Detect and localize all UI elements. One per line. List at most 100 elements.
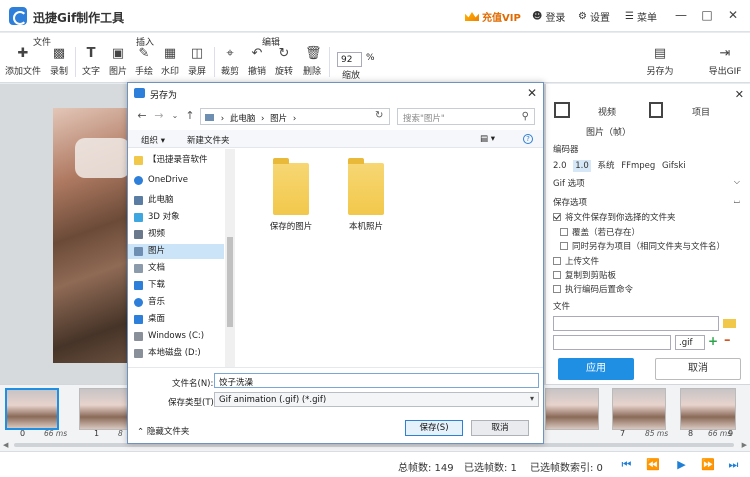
new-folder-button[interactable]: 新建文件夹 xyxy=(187,134,230,146)
menu-button[interactable]: ☰ 菜单 xyxy=(625,9,657,24)
crop-button[interactable]: ⌖ 裁剪 xyxy=(215,47,245,78)
remove-icon[interactable]: – xyxy=(724,333,731,348)
settings-button[interactable]: ⚙ 设置 xyxy=(578,9,610,24)
chevron-up-icon[interactable]: ⌴ xyxy=(734,196,740,206)
folder-item[interactable]: 本机照片 xyxy=(336,158,396,232)
gif-options-header[interactable]: Gif 选项 xyxy=(553,177,585,189)
minimize-button[interactable]: — xyxy=(674,8,688,22)
view-options-icon[interactable]: ▤ ▾ xyxy=(480,134,495,144)
checkbox[interactable] xyxy=(560,228,568,236)
opt-overwrite[interactable]: 覆盖（若已存在） xyxy=(560,226,640,238)
forward-arrow-icon[interactable]: → xyxy=(153,110,165,122)
opt-run-command[interactable]: 执行编码后置命令 xyxy=(553,283,633,295)
add-icon[interactable]: + xyxy=(708,334,718,348)
scroll-right-icon[interactable]: ▶ xyxy=(742,441,747,449)
play-icon[interactable]: ▶ xyxy=(675,459,688,471)
undo-button[interactable]: ↶ 撤销 xyxy=(242,47,272,78)
folder-item[interactable]: 保存的图片 xyxy=(261,158,321,232)
dialog-close-icon[interactable]: ✕ xyxy=(527,86,537,100)
checkbox[interactable] xyxy=(553,285,561,293)
checkbox[interactable] xyxy=(553,271,561,279)
hide-folders-toggle[interactable]: ⌃ 隐藏文件夹 xyxy=(137,425,189,437)
encoder-option[interactable]: FFmpeg xyxy=(621,161,655,171)
chevron-down-icon[interactable]: ⌵ xyxy=(734,177,740,187)
extension-select[interactable]: .gif xyxy=(675,335,705,350)
frame-thumbnail[interactable] xyxy=(680,388,736,430)
nav-item-music[interactable]: 音乐 xyxy=(128,295,224,310)
filename-input[interactable]: 饺子洗澡 xyxy=(214,373,539,388)
encoder-option[interactable]: Gifski xyxy=(662,161,686,171)
frame-thumbnail[interactable] xyxy=(545,388,599,430)
opt-save-to-folder[interactable]: 将文件保存到你选择的文件夹 xyxy=(553,211,676,223)
dialog-save-button[interactable]: 保存(S) xyxy=(405,420,463,436)
save-options-header[interactable]: 保存选项 xyxy=(553,196,587,208)
opt-save-project[interactable]: 同时另存为项目（相同文件夹与文件名） xyxy=(560,240,725,252)
scroll-left-icon[interactable]: ◀ xyxy=(3,441,8,449)
watermark-button[interactable]: ▦ 水印 xyxy=(155,47,185,78)
folder-icon[interactable] xyxy=(723,319,736,328)
encoder-option[interactable]: 1.0 xyxy=(573,160,591,172)
checkbox-checked[interactable] xyxy=(553,213,561,221)
nav-item-onedrive[interactable]: OneDrive xyxy=(128,173,224,188)
nav-item-videos[interactable]: 视频 xyxy=(128,227,224,242)
project-tab-icon[interactable] xyxy=(649,102,663,118)
up-arrow-icon[interactable]: ↑ xyxy=(184,110,196,122)
frame-thumbnail[interactable] xyxy=(79,388,133,430)
add-file-button[interactable]: ✚ 添加文件 xyxy=(3,47,43,78)
nav-item-downloads[interactable]: 下载 xyxy=(128,278,224,293)
export-gif-button[interactable]: ⇥ 导出GIF xyxy=(703,47,747,78)
cancel-button[interactable]: 取消 xyxy=(655,358,741,380)
folder-path-input[interactable] xyxy=(553,316,719,331)
rotate-button[interactable]: ↻ 旋转 xyxy=(269,47,299,78)
last-frame-icon[interactable]: ⏭ xyxy=(727,459,740,471)
apply-button[interactable]: 应用 xyxy=(558,358,634,380)
save-as-button[interactable]: ▤ 另存为 xyxy=(640,47,680,78)
first-frame-icon[interactable]: ⏮ xyxy=(620,459,633,471)
nav-item-drive-d[interactable]: 本地磁盘 (D:) xyxy=(128,346,224,361)
filename-input[interactable] xyxy=(553,335,671,350)
address-bar[interactable]: › 此电脑 › 图片 › xyxy=(200,108,390,125)
frame-thumbnail[interactable] xyxy=(5,388,59,430)
back-arrow-icon[interactable]: ← xyxy=(136,110,148,122)
tab-video[interactable]: 视频 xyxy=(598,105,616,118)
dialog-cancel-button[interactable]: 取消 xyxy=(471,420,529,436)
vip-button[interactable]: 充值VIP xyxy=(465,9,521,24)
filetype-select[interactable]: Gif animation (.gif) (*.gif) ▾ xyxy=(214,392,539,407)
login-button[interactable]: ☻ 登录 xyxy=(532,9,565,24)
tab-image-frames[interactable]: 图片（帧） xyxy=(586,125,631,138)
nav-item-quick-folder[interactable]: 【迅捷录音软件 xyxy=(128,153,224,168)
breadcrumb-item[interactable]: 此电脑 xyxy=(230,114,256,124)
search-input[interactable]: 搜索"图片" ⚲ xyxy=(397,108,535,125)
checkbox[interactable] xyxy=(553,257,561,265)
nav-item-this-pc[interactable]: 此电脑 xyxy=(128,193,224,208)
previous-frame-icon[interactable]: ⏪ xyxy=(646,459,660,471)
record-button[interactable]: ▩ 录制 xyxy=(44,47,74,78)
maximize-button[interactable]: □ xyxy=(700,8,714,22)
opt-upload[interactable]: 上传文件 xyxy=(553,255,599,267)
encoder-option[interactable]: 2.0 xyxy=(553,161,567,171)
nav-item-documents[interactable]: 文档 xyxy=(128,261,224,276)
text-button[interactable]: T 文字 xyxy=(76,47,106,78)
breadcrumb-item[interactable]: 图片 xyxy=(270,114,287,124)
help-icon[interactable]: ? xyxy=(523,134,533,144)
screen-record-button[interactable]: ◫ 录屏 xyxy=(182,47,212,78)
opt-copy-clipboard[interactable]: 复制到剪贴板 xyxy=(553,269,616,281)
nav-item-3d-objects[interactable]: 3D 对象 xyxy=(128,210,224,225)
frame-thumbnail[interactable] xyxy=(612,388,666,430)
video-tab-icon[interactable] xyxy=(554,102,570,118)
nav-item-drive-c[interactable]: Windows (C:) xyxy=(128,329,224,344)
scrollbar-thumb[interactable] xyxy=(227,237,233,327)
next-frame-icon[interactable]: ⏩ xyxy=(701,459,715,471)
delete-button[interactable]: 🗑 删除 xyxy=(297,47,327,78)
checkbox[interactable] xyxy=(560,242,568,250)
nav-item-pictures[interactable]: 图片 xyxy=(128,244,224,259)
nav-scrollbar[interactable] xyxy=(225,149,235,367)
zoom-input[interactable]: 92 xyxy=(337,52,362,67)
organize-menu[interactable]: 组织 ▾ xyxy=(141,134,165,146)
recent-chevron-icon[interactable]: ⌄ xyxy=(169,110,181,122)
close-button[interactable]: ✕ xyxy=(726,8,740,22)
encoder-option[interactable]: 系统 xyxy=(597,161,614,171)
panel-close-icon[interactable]: ✕ xyxy=(735,88,744,101)
nav-item-desktop[interactable]: 桌面 xyxy=(128,312,224,327)
tab-project[interactable]: 项目 xyxy=(692,105,710,118)
